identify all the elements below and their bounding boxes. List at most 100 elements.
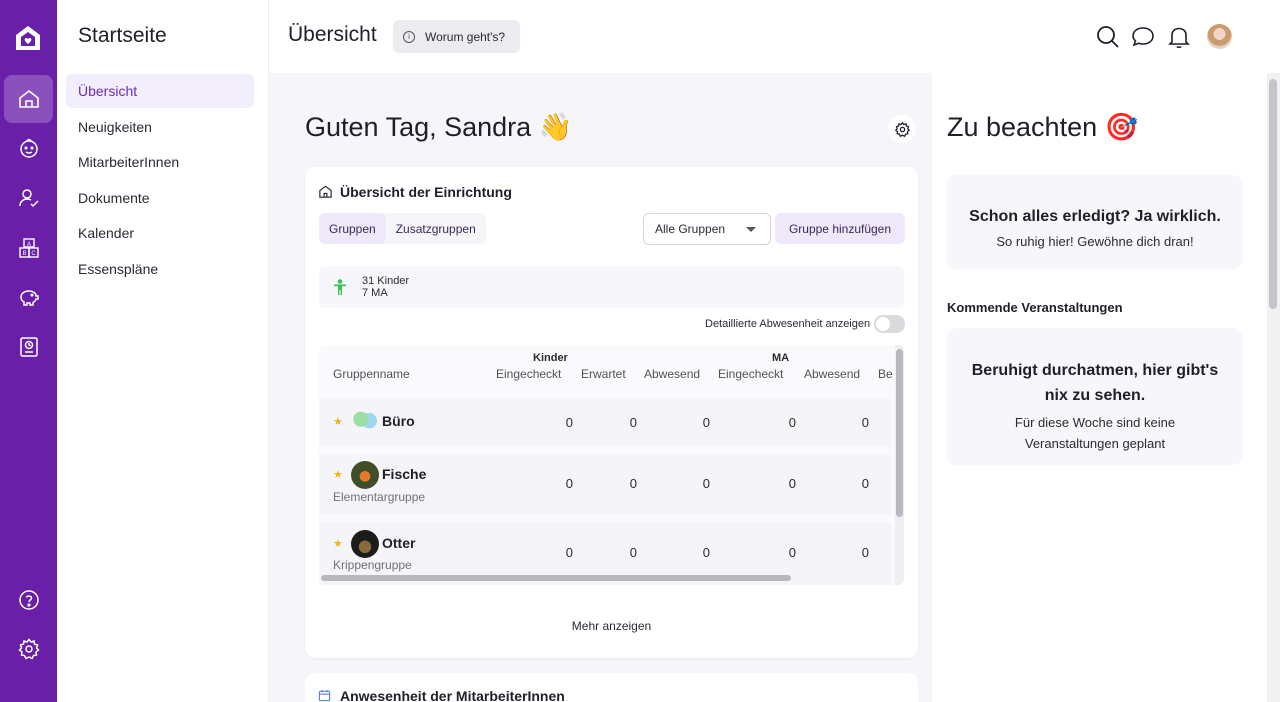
attention-heading: Zu beachten 🎯 bbox=[947, 112, 1139, 142]
toggle-knob bbox=[876, 317, 890, 331]
topbar: Übersicht i Worum geht's? bbox=[269, 0, 1280, 73]
column-header[interactable]: Eingecheckt bbox=[718, 367, 783, 381]
scrollbar-thumb[interactable] bbox=[896, 349, 903, 517]
group-filter-select[interactable]: Alle Gruppen bbox=[643, 213, 771, 245]
rail-home-button[interactable] bbox=[4, 75, 53, 123]
nav-item-uebersicht[interactable]: Übersicht bbox=[66, 74, 254, 108]
events-empty-state: Beruhigt durchatmen, hier gibt's nix zu … bbox=[947, 328, 1243, 465]
group-name[interactable]: Büro bbox=[382, 413, 415, 429]
nav-item-mitarbeiterinnen[interactable]: MitarbeiterInnen bbox=[66, 145, 254, 179]
piggy-bank-icon bbox=[19, 290, 39, 306]
group-avatar bbox=[351, 461, 379, 489]
rail-finance-button[interactable] bbox=[4, 273, 53, 321]
cell-value: 0 bbox=[565, 476, 573, 491]
page-scrollbar[interactable] bbox=[1267, 73, 1280, 702]
user-avatar[interactable] bbox=[1207, 24, 1232, 49]
chevron-down-icon bbox=[746, 227, 756, 232]
nav-section-title: Startseite bbox=[78, 24, 167, 47]
show-more-link[interactable]: Mehr anzeigen bbox=[305, 619, 918, 633]
nav-item-dokumente[interactable]: Dokumente bbox=[66, 181, 254, 215]
home-icon bbox=[319, 185, 332, 198]
column-header[interactable]: Erwartet bbox=[581, 367, 626, 381]
cell-value: 0 bbox=[788, 415, 796, 430]
bell-icon[interactable] bbox=[1166, 24, 1192, 50]
empty-headline: Beruhigt durchatmen, hier gibt's bbox=[971, 362, 1219, 379]
nav-item-neuigkeiten[interactable]: Neuigkeiten bbox=[66, 110, 254, 144]
icon-rail: ABC bbox=[0, 0, 57, 702]
svg-text:A: A bbox=[26, 242, 30, 248]
group-name[interactable]: Otter bbox=[382, 535, 415, 551]
children-count: 31 Kinder bbox=[362, 275, 410, 287]
svg-text:C: C bbox=[31, 251, 36, 257]
nav-item-essensplaene[interactable]: Essenspläne bbox=[66, 252, 254, 286]
group-type-tabs: Gruppen Zusatzgruppen bbox=[319, 213, 486, 244]
card-title: Übersicht der Einrichtung bbox=[340, 184, 512, 200]
greeting-heading: Guten Tag, Sandra 👋 bbox=[305, 112, 573, 142]
cell-value: 0 bbox=[788, 545, 796, 560]
group-filter-value: Alle Gruppen bbox=[655, 222, 726, 236]
add-group-button[interactable]: Gruppe hinzufügen bbox=[775, 213, 905, 244]
star-icon[interactable]: ★ bbox=[333, 537, 343, 550]
attention-panel: Zu beachten 🎯 Schon alles erledigt? Ja w… bbox=[932, 73, 1267, 702]
tab-zusatzgruppen[interactable]: Zusatzgruppen bbox=[386, 213, 486, 244]
search-icon[interactable] bbox=[1095, 24, 1121, 50]
cell-value: 0 bbox=[788, 476, 796, 491]
staff-attendance-card: Anwesenheit der MitarbeiterInnen bbox=[305, 673, 918, 702]
column-header[interactable]: Abwesend bbox=[644, 367, 700, 381]
cell-value: 0 bbox=[702, 545, 710, 560]
rail-children-button[interactable] bbox=[4, 124, 53, 172]
cell-value: 0 bbox=[629, 545, 637, 560]
help-icon bbox=[18, 590, 39, 610]
detailed-absence-label: Detaillierte Abwesenheit anzeigen bbox=[705, 318, 871, 330]
page-title: Übersicht bbox=[288, 23, 377, 46]
settings-icon bbox=[17, 638, 40, 660]
star-icon[interactable]: ★ bbox=[333, 468, 343, 481]
empty-headline: Schon alles erledigt? Ja wirklich. bbox=[969, 208, 1221, 225]
calendar-icon bbox=[318, 689, 331, 702]
cell-value: 0 bbox=[565, 415, 573, 430]
chat-icon[interactable] bbox=[1130, 24, 1156, 50]
rail-reports-button[interactable] bbox=[4, 323, 53, 371]
staff-count: 7 MA bbox=[362, 287, 388, 299]
table-horizontal-scrollbar[interactable] bbox=[321, 575, 791, 581]
scrollbar-thumb[interactable] bbox=[1269, 79, 1277, 309]
table-row[interactable] bbox=[319, 455, 891, 515]
upcoming-events-label: Kommende Veranstaltungen bbox=[947, 300, 1123, 315]
group-name[interactable]: Fische bbox=[382, 466, 426, 482]
abc-blocks-icon: AB C bbox=[18, 238, 39, 258]
groups-table: Kinder MA Gruppenname Eingecheckt Erwart… bbox=[319, 345, 904, 585]
rail-learning-button[interactable]: ABC bbox=[4, 224, 53, 272]
house-logo-icon[interactable] bbox=[12, 22, 44, 54]
group-type: Krippengruppe bbox=[333, 558, 412, 572]
tab-gruppen[interactable]: Gruppen bbox=[319, 213, 386, 244]
person-check-icon bbox=[18, 189, 39, 208]
clipboard-icon bbox=[19, 337, 38, 357]
header-group-staff: MA bbox=[772, 352, 790, 364]
card-title: Anwesenheit der MitarbeiterInnen bbox=[340, 688, 565, 702]
rail-help-button[interactable] bbox=[4, 576, 53, 624]
column-header[interactable]: Gruppenname bbox=[333, 367, 410, 381]
secondary-nav: Startseite Übersicht Neuigkeiten Mitarbe… bbox=[57, 0, 269, 702]
cell-value: 0 bbox=[861, 476, 869, 491]
column-header[interactable]: Be bbox=[878, 367, 893, 381]
todo-empty-state: Schon alles erledigt? Ja wirklich. So ru… bbox=[947, 175, 1243, 269]
customize-button[interactable] bbox=[888, 115, 916, 143]
detailed-absence-toggle[interactable] bbox=[874, 315, 905, 333]
rail-staff-button[interactable] bbox=[4, 174, 53, 222]
column-header[interactable]: Eingecheckt bbox=[496, 367, 561, 381]
svg-text:B: B bbox=[22, 251, 26, 257]
about-button[interactable]: i Worum geht's? bbox=[393, 20, 520, 53]
column-header[interactable]: Abwesend bbox=[804, 367, 860, 381]
group-avatar bbox=[351, 408, 379, 436]
star-icon[interactable]: ★ bbox=[333, 415, 343, 428]
empty-subtext: Für diese Woche sind keine bbox=[1014, 415, 1176, 430]
attendance-summary: 31 Kinder 7 MA bbox=[319, 266, 904, 308]
gear-icon bbox=[894, 121, 910, 137]
cell-value: 0 bbox=[861, 415, 869, 430]
empty-subtext: So ruhig hier! Gewöhne dich dran! bbox=[996, 234, 1194, 249]
child-face-icon bbox=[19, 138, 38, 158]
table-vertical-scrollbar[interactable] bbox=[895, 345, 904, 585]
person-icon bbox=[334, 279, 346, 295]
nav-item-kalender[interactable]: Kalender bbox=[66, 216, 254, 250]
rail-settings-button[interactable] bbox=[4, 625, 53, 673]
